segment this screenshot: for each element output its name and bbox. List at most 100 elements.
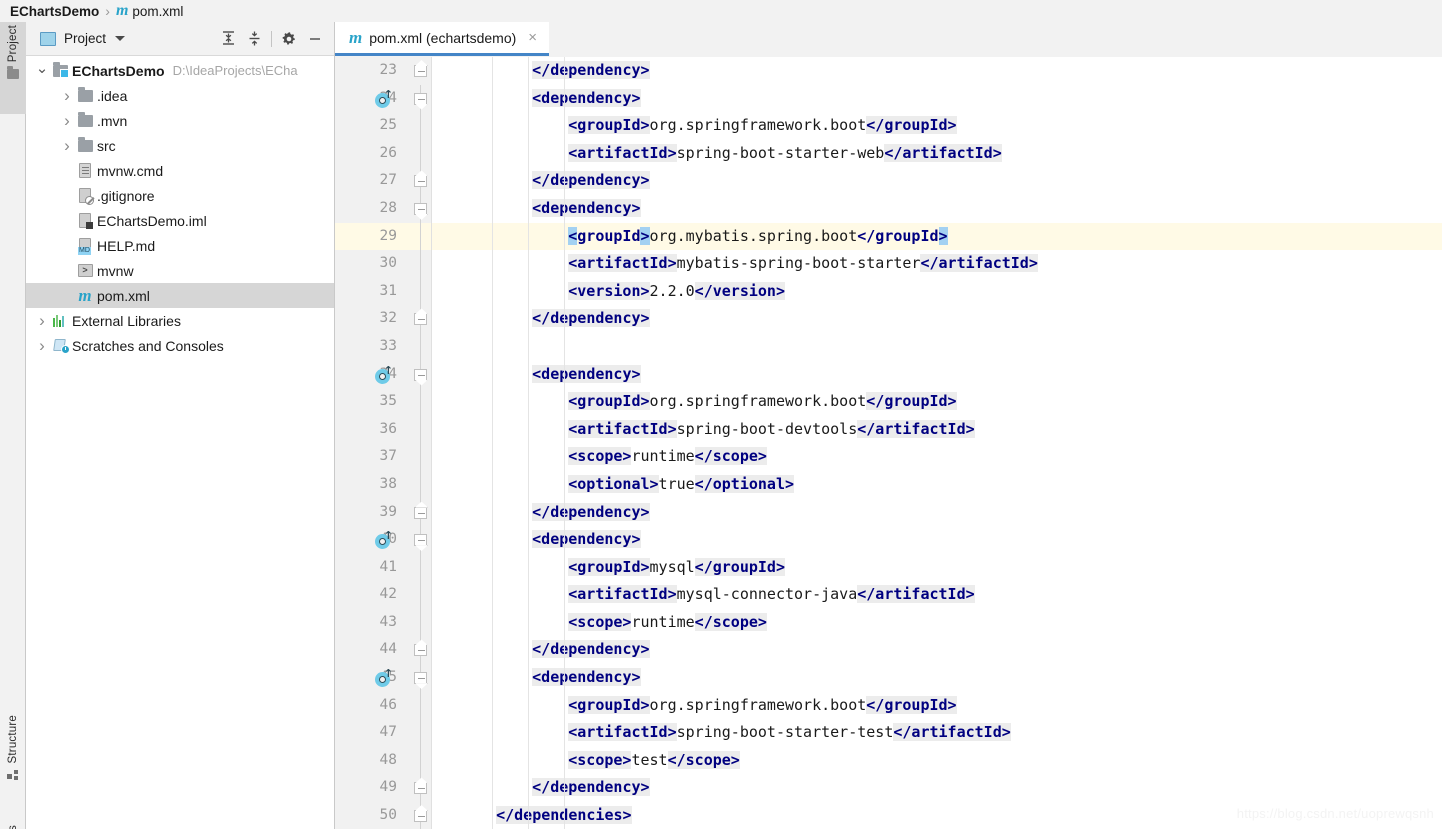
line-number-gutter[interactable]: 23 24↑ 25 26 27 28 29 30 31 32 33 34↑ 35 36 37 38 39 40↑ 4… [335, 57, 410, 829]
fold-end-icon[interactable] [414, 782, 427, 795]
fold-row[interactable] [410, 360, 431, 389]
fold-end-icon[interactable] [414, 810, 427, 823]
tree-item-scratches-and-consoles[interactable]: › Scratches and Consoles [26, 333, 334, 358]
fold-row[interactable] [410, 608, 431, 637]
code-line[interactable]: </dependency> [432, 167, 1442, 195]
gutter-row[interactable]: 44 [335, 636, 410, 664]
gutter-row[interactable]: 30 [335, 250, 410, 278]
code-line[interactable]: <groupId>org.springframework.boot</group… [432, 112, 1442, 140]
chevron-right-icon[interactable]: › [59, 86, 75, 106]
tree-item-mvnw[interactable]: > mvnw [26, 258, 334, 283]
close-icon[interactable]: × [528, 29, 537, 46]
fold-end-icon[interactable] [414, 65, 427, 77]
maven-dependency-run-icon[interactable]: ↑ [375, 668, 393, 688]
fold-row[interactable] [410, 746, 431, 775]
fold-row[interactable] [410, 388, 431, 416]
code-line[interactable]: <artifactId>mybatis-spring-boot-starter<… [432, 250, 1442, 278]
fold-end-icon[interactable] [414, 313, 427, 326]
maven-dependency-run-icon[interactable]: ↑ [375, 365, 393, 384]
code-line[interactable]: </dependency> [432, 774, 1442, 802]
fold-end-icon[interactable] [414, 506, 427, 519]
gutter-row[interactable]: 26 [335, 140, 410, 168]
code-line[interactable]: <scope>runtime</scope> [432, 443, 1442, 471]
fold-start-icon[interactable] [414, 202, 427, 215]
breadcrumb-project[interactable]: EChartsDemo [10, 4, 99, 19]
code-line[interactable]: <groupId>org.mybatis.spring.boot</groupI… [432, 222, 1442, 251]
code-editor[interactable]: 23 24↑ 25 26 27 28 29 30 31 32 33 34↑ 35 36 37 38 39 40↑ 4… [335, 57, 1442, 829]
code-line[interactable]: <groupId>org.springframework.boot</group… [432, 388, 1442, 416]
breadcrumb-file[interactable]: pom.xml [132, 4, 183, 19]
gutter-row[interactable]: 36 [335, 416, 410, 444]
code-line[interactable]: <artifactId>mysql-connector-java</artifa… [432, 581, 1442, 609]
expand-all-icon[interactable] [215, 26, 241, 52]
fold-row[interactable] [410, 802, 431, 829]
chevron-right-icon[interactable]: › [34, 311, 50, 331]
gutter-row[interactable]: 50 [335, 802, 410, 829]
fold-start-icon[interactable] [414, 672, 427, 685]
gutter-row[interactable]: 42 [335, 581, 410, 609]
fold-start-icon[interactable] [414, 368, 427, 381]
gutter-row[interactable]: 34↑ [335, 361, 410, 389]
tree-item-pom-xml[interactable]: m pom.xml [26, 283, 334, 308]
fold-row[interactable] [410, 691, 431, 720]
sidebar-item-structure[interactable]: Structure [0, 712, 26, 781]
fold-row[interactable] [410, 470, 431, 499]
tree-item-mvn[interactable]: › .mvn [26, 108, 334, 133]
project-tree[interactable]: ⌄ EChartsDemo D:\IdeaProjects\ECha › .idea ›.… [26, 56, 334, 358]
code-line[interactable] [432, 333, 1442, 361]
fold-row[interactable] [410, 277, 431, 306]
gear-icon[interactable] [276, 26, 302, 52]
fold-row[interactable] [410, 636, 431, 665]
gutter-row[interactable]: 24↑ [335, 85, 410, 113]
maven-dependency-run-icon[interactable]: ↑ [375, 530, 393, 550]
fold-end-icon[interactable] [414, 644, 427, 657]
gutter-row[interactable]: 23 [335, 57, 410, 85]
tree-item-src[interactable]: › src [26, 133, 334, 158]
fold-row[interactable] [410, 194, 431, 223]
code-line[interactable]: </dependency> [432, 305, 1442, 333]
tree-item-echartsdemo[interactable]: ⌄ EChartsDemo D:\IdeaProjects\ECha [26, 58, 334, 83]
fold-row[interactable] [410, 415, 431, 444]
fold-row[interactable] [410, 305, 431, 333]
gutter-row[interactable]: 25 [335, 112, 410, 140]
chevron-down-icon[interactable] [115, 36, 126, 41]
code-line[interactable]: <optional>true</optional> [432, 471, 1442, 499]
chevron-down-icon[interactable]: ⌄ [34, 59, 50, 77]
code-line[interactable]: <scope>test</scope> [432, 747, 1442, 775]
code-folding-gutter[interactable] [410, 57, 432, 829]
fold-row[interactable] [410, 332, 431, 361]
gutter-row[interactable]: 48 [335, 747, 410, 775]
maven-dependency-run-icon[interactable]: ↑ [375, 89, 393, 108]
code-line[interactable]: <dependency> [432, 664, 1442, 692]
fold-row[interactable] [410, 498, 431, 527]
gutter-row[interactable]: 45↑ [335, 664, 410, 692]
gutter-row[interactable]: 31 [335, 278, 410, 306]
gutter-row[interactable]: 46 [335, 692, 410, 720]
code-line[interactable]: <artifactId>spring-boot-starter-web</art… [432, 140, 1442, 168]
fold-row[interactable] [410, 664, 431, 692]
gutter-row[interactable]: 29 [335, 222, 410, 251]
minimize-icon[interactable] [302, 26, 328, 52]
collapse-all-icon[interactable] [241, 26, 267, 52]
code-line[interactable]: <dependency> [432, 195, 1442, 223]
code-line[interactable]: <scope>runtime</scope> [432, 609, 1442, 637]
fold-row[interactable] [410, 443, 431, 471]
gutter-row[interactable]: 47 [335, 719, 410, 747]
code-line[interactable]: </dependency> [432, 499, 1442, 527]
gutter-row[interactable]: 35 [335, 388, 410, 416]
fold-row[interactable] [410, 112, 431, 140]
chevron-right-icon[interactable]: › [59, 111, 75, 131]
sidebar-item-project[interactable]: Project [0, 22, 26, 114]
fold-end-icon[interactable] [414, 175, 427, 188]
fold-row[interactable] [410, 139, 431, 168]
fold-row[interactable] [410, 526, 431, 554]
fold-row[interactable] [410, 84, 431, 113]
tree-item-external-libraries[interactable]: › External Libraries [26, 308, 334, 333]
code-content[interactable]: </dependency> <dependency> <groupId>org.sp… [432, 57, 1442, 829]
tree-item-idea[interactable]: › .idea [26, 83, 334, 108]
code-line[interactable]: <artifactId>spring-boot-starter-test</ar… [432, 719, 1442, 747]
gutter-row[interactable]: 37 [335, 443, 410, 471]
code-line[interactable]: <dependency> [432, 361, 1442, 389]
code-line[interactable]: <version>2.2.0</version> [432, 278, 1442, 306]
gutter-row[interactable]: 40↑ [335, 526, 410, 554]
